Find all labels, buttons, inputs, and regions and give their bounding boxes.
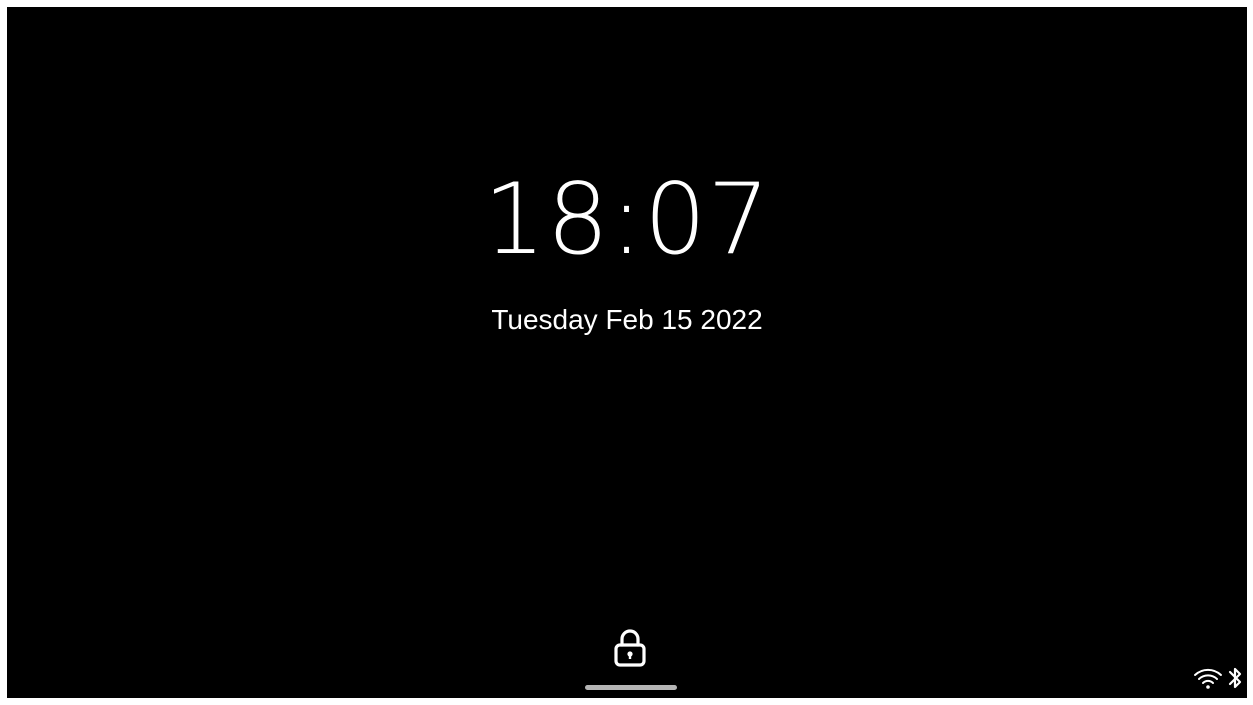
- swipe-up-handle[interactable]: [585, 685, 677, 690]
- bluetooth-icon: [1227, 664, 1243, 692]
- clock-time: 18:07: [483, 163, 771, 277]
- clock-date: Tuesday Feb 15 2022: [491, 304, 763, 335]
- status-icons: [1193, 664, 1243, 692]
- lock-screen: 18:07 Tuesday Feb 15 2022: [7, 7, 1247, 698]
- wifi-icon: [1193, 666, 1223, 690]
- unlock-button[interactable]: [607, 627, 653, 673]
- lock-icon: [613, 628, 647, 673]
